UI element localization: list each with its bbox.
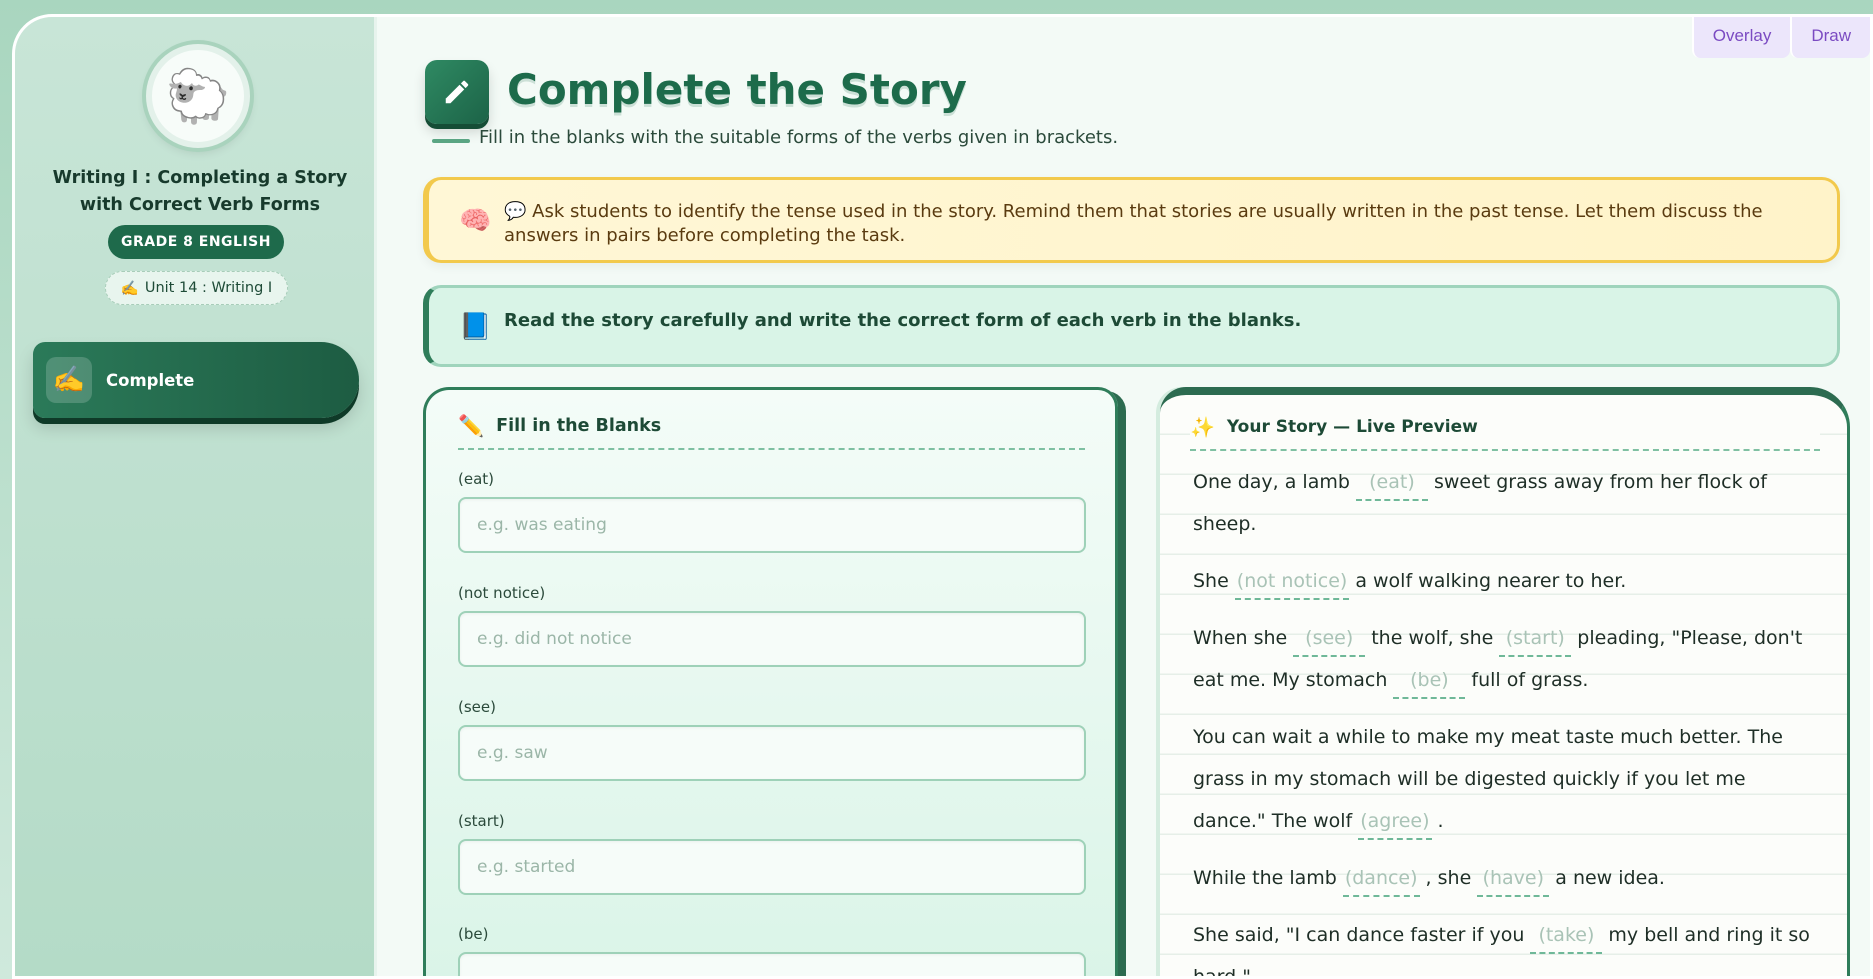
story-text-segment: One day, a lamb: [1193, 471, 1350, 493]
top-toolbar: Overlay Draw: [1691, 17, 1870, 58]
story-text-segment: You can wait a while to make my meat tas…: [1193, 726, 1783, 832]
speech-bubble-icon: 💬: [504, 201, 527, 222]
field-label-not-notice: (not notice): [458, 584, 546, 602]
story-text-segment: While the lamb: [1193, 867, 1337, 889]
sparkles-icon: ✨: [1190, 415, 1215, 439]
fill-blanks-header: ✏️ Fill in the Blanks: [458, 414, 1085, 450]
sidebar-item-label: Complete: [106, 370, 195, 390]
story-blank: (dance): [1342, 865, 1420, 897]
story-paragraph: She said, "I can dance faster if you (tak…: [1193, 914, 1823, 976]
instruction-text: Read the story carefully and write the c…: [504, 310, 1302, 331]
story-text-segment: She: [1193, 570, 1229, 592]
not-notice-input[interactable]: [458, 611, 1086, 667]
pencil-icon: ✏️: [458, 414, 485, 438]
field-label-see: (see): [458, 698, 496, 716]
draw-button[interactable]: Draw: [1790, 17, 1870, 58]
writing-hand-icon: ✍️: [46, 357, 92, 403]
story-blank: (see): [1293, 625, 1366, 657]
teacher-note-text: 💬 Ask students to identify the tense use…: [504, 200, 1782, 248]
main-content: Complete the Story Fill in the blanks wi…: [380, 17, 1870, 976]
sheep-avatar-icon: 🐑: [146, 44, 250, 148]
story-blank: (agree): [1358, 808, 1432, 840]
eat-input[interactable]: [458, 497, 1086, 553]
story-preview-header: ✨ Your Story — Live Preview: [1190, 415, 1820, 451]
story-paragraph: One day, a lamb (eat) sweet grass away fro…: [1193, 461, 1823, 545]
lesson-title-line1: Writing I : Completing a Story: [52, 168, 348, 188]
story-text-segment: She said, "I can dance faster if you: [1193, 924, 1525, 946]
story-preview-card: ✨ Your Story — Live Preview One day, a l…: [1160, 387, 1850, 976]
story-text-segment: full of grass.: [1471, 669, 1589, 691]
page-subtitle: Fill in the blanks with the suitable for…: [479, 127, 1119, 148]
story-paragraph: You can wait a while to make my meat tas…: [1193, 716, 1823, 842]
field-label-eat: (eat): [458, 470, 495, 488]
story-text-segment: .: [1437, 810, 1444, 832]
story-blank: (take): [1530, 922, 1603, 954]
field-label-start: (start): [458, 812, 505, 830]
brain-icon: 🧠: [459, 206, 492, 236]
story-text-segment: a wolf walking nearer to her.: [1355, 570, 1627, 592]
grade-badge: GRADE 8 ENGLISH: [108, 225, 284, 259]
story-blank: (not notice): [1234, 568, 1350, 600]
writing-hand-icon: ✍️: [120, 280, 139, 297]
story-blank: (be): [1393, 667, 1466, 699]
subtitle-accent-line: [432, 139, 470, 143]
story-blank: (eat): [1355, 469, 1428, 501]
unit-chip-label: Unit 14 : Writing I: [144, 280, 273, 296]
story-preview-title: Your Story — Live Preview: [1226, 417, 1478, 437]
sidebar-item-complete[interactable]: ✍️ Complete: [33, 342, 359, 418]
book-icon: 📘: [459, 312, 492, 342]
story-paragraph: When she (see) the wolf, she (start) pleadin…: [1193, 617, 1823, 701]
story-paragraph: She (not notice) a wolf walking nearer to …: [1193, 560, 1823, 602]
unit-chip: ✍️ Unit 14 : Writing I: [105, 271, 288, 305]
lesson-title-line2: with Correct Verb Forms: [79, 195, 321, 215]
sidebar: 🐑 Writing I : Completing a Story with Co…: [15, 17, 377, 976]
pencil-icon: [425, 60, 489, 124]
field-label-be: (be): [458, 925, 489, 943]
app-frame: Overlay Draw 🐑 Writing I : Completing a …: [12, 14, 1873, 979]
story-text-segment: When she: [1193, 627, 1288, 649]
teacher-note: 🧠 💬 Ask students to identify the tense u…: [423, 177, 1840, 263]
lesson-title: Writing I : Completing a Story with Corr…: [35, 165, 365, 219]
story-text: One day, a lamb (eat) sweet grass away fro…: [1193, 461, 1823, 976]
story-text-segment: the wolf, she: [1371, 627, 1494, 649]
overlay-button[interactable]: Overlay: [1691, 17, 1791, 58]
story-text-segment: , she: [1425, 867, 1472, 889]
story-blank: (start): [1499, 625, 1572, 657]
fill-blanks-card: ✏️ Fill in the Blanks (eat) (not notice)…: [423, 387, 1118, 976]
be-input[interactable]: [458, 952, 1086, 976]
instruction-box: 📘 Read the story carefully and write the…: [423, 285, 1840, 367]
teacher-note-body: Ask students to identify the tense used …: [504, 201, 1763, 246]
see-input[interactable]: [458, 725, 1086, 781]
story-blank: (have): [1477, 865, 1550, 897]
page-title: Complete the Story: [507, 65, 967, 114]
story-paragraph: While the lamb (dance), she (have) a new id…: [1193, 857, 1823, 899]
fill-blanks-title: Fill in the Blanks: [496, 416, 662, 436]
start-input[interactable]: [458, 839, 1086, 895]
story-text-segment: a new idea.: [1555, 867, 1665, 889]
